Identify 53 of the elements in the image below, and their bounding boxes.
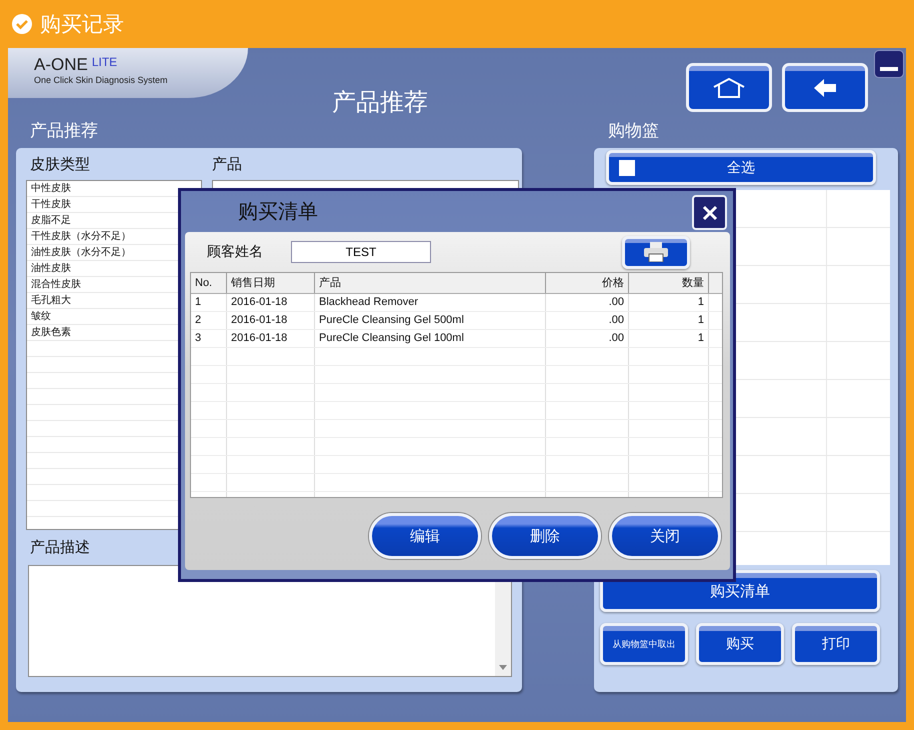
- table-cell: 2016-01-18: [227, 294, 315, 311]
- basket-action-button[interactable]: 购买: [696, 623, 784, 665]
- dialog-action-button[interactable]: 编辑: [369, 513, 481, 559]
- back-arrow-icon: [814, 78, 836, 96]
- column-header[interactable]: No.: [191, 273, 227, 293]
- column-header[interactable]: 产品: [315, 273, 546, 293]
- select-all-button[interactable]: 全选: [606, 150, 876, 185]
- close-icon: [702, 204, 718, 220]
- table-cell: 2016-01-18: [227, 330, 315, 347]
- page-title: 产品推荐: [331, 88, 429, 118]
- dialog-action-button[interactable]: 删除: [489, 513, 601, 559]
- table-cell: .00: [546, 312, 629, 329]
- customer-name-label: 顾客姓名: [206, 243, 264, 261]
- check-icon: [12, 14, 32, 34]
- logo-tagline: One Click Skin Diagnosis System: [34, 75, 169, 85]
- table-cell: Blackhead Remover: [315, 294, 546, 311]
- dialog-title: 购买清单: [237, 200, 318, 225]
- window-title: 购买记录: [40, 12, 124, 38]
- close-button[interactable]: [692, 195, 727, 230]
- scroll-down-icon[interactable]: [499, 665, 507, 670]
- table-cell: 1: [629, 294, 709, 311]
- table-cell: PureCle Cleansing Gel 500ml: [315, 312, 546, 329]
- print-button[interactable]: [622, 236, 690, 268]
- home-icon: [712, 78, 746, 98]
- table-cell: 2: [191, 312, 227, 329]
- description-label: 产品描述: [30, 538, 90, 557]
- table-cell: PureCle Cleansing Gel 100ml: [315, 330, 546, 347]
- minimize-button[interactable]: [874, 50, 904, 78]
- dialog-action-button[interactable]: 关闭: [609, 513, 721, 559]
- section-heading: 产品推荐: [29, 120, 99, 142]
- table-cell: 1: [629, 312, 709, 329]
- printer-icon: [644, 242, 668, 262]
- logo-edition: LITE: [92, 56, 118, 68]
- checkbox[interactable]: [619, 160, 635, 176]
- column-header[interactable]: 销售日期: [227, 273, 315, 293]
- product-label: 产品: [212, 154, 242, 174]
- table-cell: 3: [191, 330, 227, 347]
- back-button[interactable]: [782, 63, 868, 112]
- minimize-icon: [880, 67, 898, 71]
- table-cell: .00: [546, 330, 629, 347]
- table-cell: 2016-01-18: [227, 312, 315, 329]
- basket-action-button[interactable]: 从购物篮中取出: [600, 623, 688, 665]
- section-heading: 购物篮: [607, 120, 660, 142]
- logo-name: A-ONE: [34, 56, 88, 73]
- column-header[interactable]: 价格: [546, 273, 629, 293]
- table-cell: 1: [629, 330, 709, 347]
- table-cell: .00: [546, 294, 629, 311]
- table-cell: 1: [191, 294, 227, 311]
- basket-action-button[interactable]: 打印: [792, 623, 880, 665]
- column-header[interactable]: 数量: [629, 273, 709, 293]
- home-button[interactable]: [686, 63, 772, 112]
- customer-name-field[interactable]: TEST: [291, 241, 431, 263]
- skin-type-label: 皮肤类型: [29, 154, 91, 174]
